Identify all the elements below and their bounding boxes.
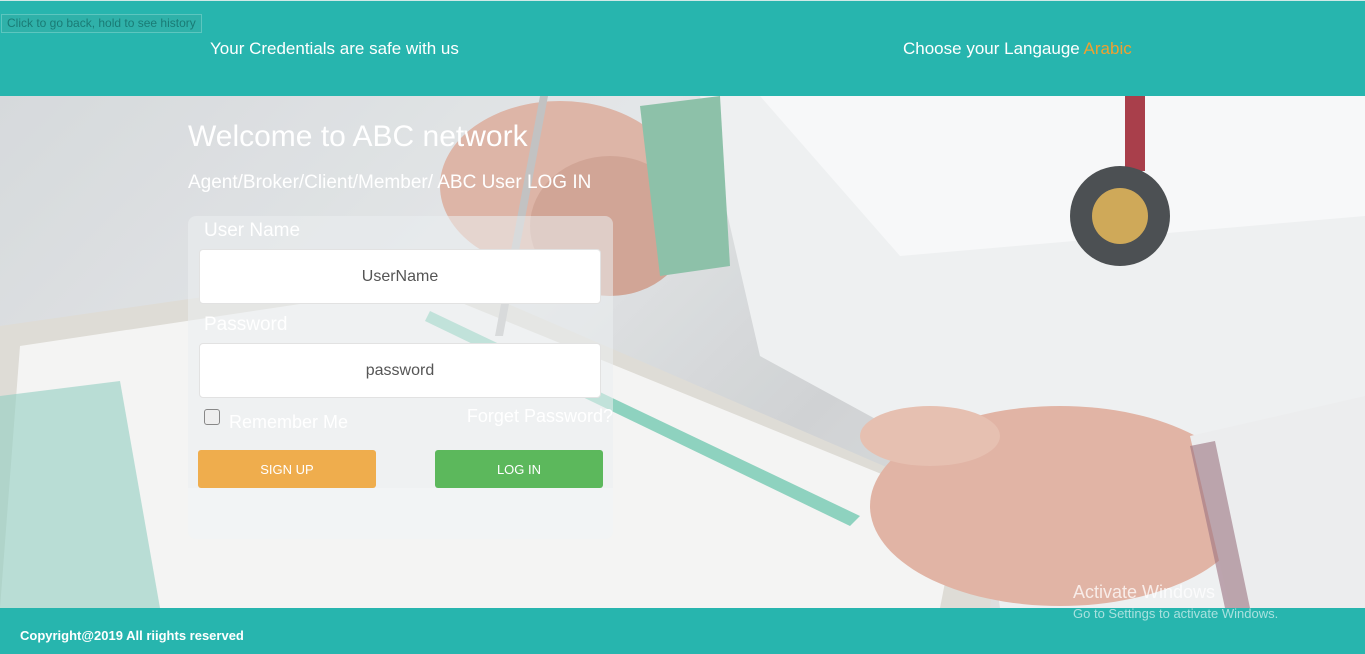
top-header: Your Credentials are safe with us Choose… xyxy=(0,0,1365,96)
back-button-tooltip: Click to go back, hold to see history xyxy=(1,14,202,33)
password-label: Password xyxy=(204,314,288,335)
watermark-title: Activate Windows xyxy=(1073,582,1216,602)
card-footer-area xyxy=(188,488,613,539)
page-subtitle: Agent/Broker/Client/Member/ ABC User LOG… xyxy=(188,172,592,193)
credentials-tagline: Your Credentials are safe with us xyxy=(210,39,459,58)
login-card: User Name Password Remember Me Forget Pa… xyxy=(188,216,613,539)
page-title: Welcome to ABC network xyxy=(188,120,528,153)
language-arabic-link[interactable]: Arabic xyxy=(1084,39,1132,58)
password-input[interactable] xyxy=(199,343,601,398)
sign-up-button[interactable]: SIGN UP xyxy=(198,450,376,488)
log-in-button[interactable]: LOG IN xyxy=(435,450,603,488)
forgot-password-link[interactable]: Forget Password? xyxy=(467,406,613,427)
username-input[interactable] xyxy=(199,249,601,304)
username-label: User Name xyxy=(204,220,301,241)
copyright-text: Copyright@2019 All riights reserved xyxy=(20,628,244,643)
language-prompt: Choose your Langauge xyxy=(903,39,1080,58)
remember-me-checkbox[interactable] xyxy=(204,409,220,425)
windows-activation-watermark: Activate Windows Go to Settings to activ… xyxy=(1073,582,1278,621)
remember-me-label[interactable]: Remember Me xyxy=(229,412,348,433)
watermark-subtitle: Go to Settings to activate Windows. xyxy=(1073,606,1279,621)
language-selector: Choose your Langauge Arabic xyxy=(903,39,1132,59)
